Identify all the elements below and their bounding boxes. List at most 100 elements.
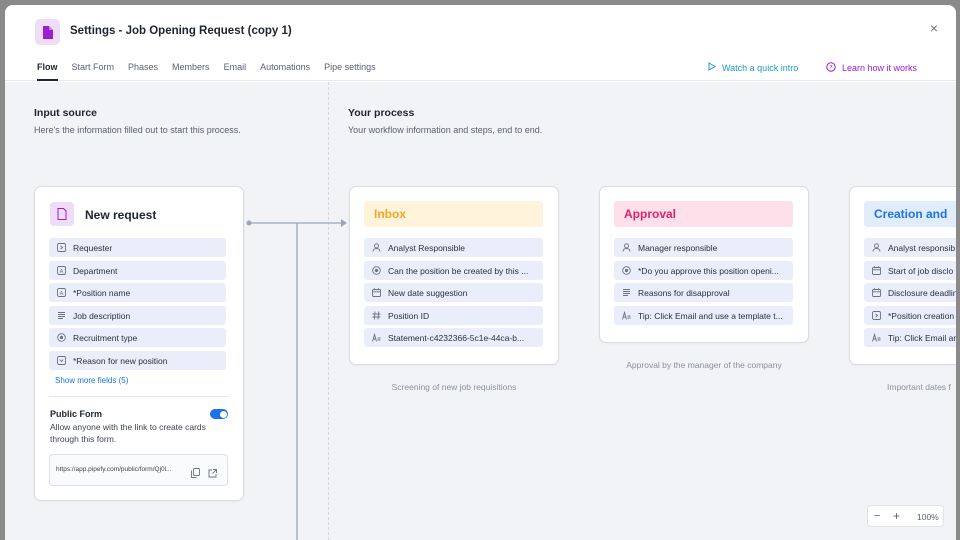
- statement-icon: [872, 333, 881, 342]
- start-form-card[interactable]: New request Requester A Department A *Po…: [34, 186, 244, 501]
- start-form-title: New request: [85, 208, 157, 222]
- close-icon[interactable]: ×: [930, 20, 938, 36]
- svg-text:?: ?: [829, 64, 832, 71]
- phase-field[interactable]: Position ID: [364, 306, 543, 325]
- field-label: Position ID: [388, 310, 430, 321]
- help-icon: ?: [826, 62, 836, 74]
- phase-title: Inbox: [364, 201, 543, 227]
- external-link-icon[interactable]: [208, 465, 217, 483]
- paragraph-icon: [622, 288, 631, 297]
- tab-bar: Flow Start Form Phases Members Email Aut…: [37, 62, 390, 81]
- field-label: Disclosure deadlin: [888, 287, 956, 298]
- select-icon: [57, 243, 66, 252]
- tab-start-form[interactable]: Start Form: [72, 62, 115, 78]
- statement-icon: [372, 333, 381, 342]
- field-label: Tip: Click Email an: [888, 332, 956, 343]
- radio-icon: [372, 266, 381, 275]
- text-box-icon: A: [57, 288, 66, 297]
- phase-caption-inbox: Screening of new job requisitions: [391, 382, 517, 392]
- phase-card-creation[interactable]: Creation and Analyst responsib Start of …: [849, 186, 956, 365]
- phase-field[interactable]: Start of job disclo: [864, 261, 956, 280]
- public-form-toggle[interactable]: [210, 409, 228, 419]
- zoom-level: 100%: [917, 512, 939, 522]
- field-label: Reasons for disapproval: [638, 287, 730, 298]
- svg-text:A: A: [60, 269, 64, 275]
- phase-card-inbox[interactable]: Inbox Analyst Responsible Can the positi…: [349, 186, 559, 365]
- statement-icon: [622, 311, 631, 320]
- phase-card-approval[interactable]: Approval Manager responsible *Do you app…: [599, 186, 809, 343]
- hash-icon: [372, 311, 381, 320]
- field-label: *Position creation: [888, 310, 955, 321]
- field-label: Start of job disclo: [888, 265, 954, 276]
- tab-flow[interactable]: Flow: [37, 62, 58, 81]
- tab-automations[interactable]: Automations: [260, 62, 310, 78]
- phase-field[interactable]: *Do you approve this position openi...: [614, 261, 793, 280]
- window-title: Settings - Job Opening Request (copy 1): [70, 25, 292, 37]
- field-label: Tip: Click Email and use a template t...: [638, 310, 783, 321]
- radio-icon: [622, 266, 631, 275]
- phase-field[interactable]: *Position creation: [864, 306, 956, 325]
- zoom-out-button[interactable]: −: [874, 510, 880, 522]
- start-field-reason[interactable]: *Reason for new position: [49, 351, 226, 370]
- phase-field[interactable]: Tip: Click Email and use a template t...: [614, 306, 793, 325]
- paragraph-icon: [57, 311, 66, 320]
- show-more-fields-link[interactable]: Show more fields (5): [55, 376, 128, 385]
- person-icon: [622, 243, 631, 252]
- field-label: Can the position be created by this ...: [388, 265, 529, 276]
- field-label: *Position name: [73, 287, 131, 298]
- public-form-url-box: https://app.pipefy.com/public/form/Qj0l.…: [49, 454, 228, 486]
- field-label: Manager responsible: [638, 242, 718, 253]
- start-field-recruitment-type[interactable]: Recruitment type: [49, 328, 226, 347]
- field-label: Department: [73, 265, 118, 276]
- watch-intro-link[interactable]: Watch a quick intro: [708, 62, 798, 73]
- tab-phases[interactable]: Phases: [128, 62, 158, 78]
- field-label: New date suggestion: [388, 287, 468, 298]
- connector-arrow-icon: [341, 219, 347, 227]
- start-field-requester[interactable]: Requester: [49, 238, 226, 257]
- phase-title: Creation and: [864, 201, 956, 227]
- connector-start-dot: [246, 220, 252, 226]
- phase-field[interactable]: Disclosure deadlin: [864, 283, 956, 302]
- field-label: Analyst responsib: [888, 242, 956, 253]
- field-label: Analyst Responsible: [388, 242, 466, 253]
- select-icon: [872, 311, 881, 320]
- field-label: *Do you approve this position openi...: [638, 265, 779, 276]
- zoom-controls: − + 100%: [867, 505, 944, 527]
- field-label: Statement-c4232366-5c1e-44ca-b...: [388, 332, 525, 343]
- card-divider: [49, 396, 228, 397]
- field-label: *Reason for new position: [73, 355, 168, 366]
- start-field-department[interactable]: A Department: [49, 261, 226, 280]
- phase-field[interactable]: Analyst responsib: [864, 238, 956, 257]
- text-box-icon: A: [57, 266, 66, 275]
- phase-title: Approval: [614, 201, 793, 227]
- tab-email[interactable]: Email: [224, 62, 247, 78]
- copy-icon[interactable]: [191, 465, 200, 483]
- calendar-icon: [872, 288, 881, 297]
- flow-canvas[interactable]: Input source Here's the information fill…: [5, 82, 956, 540]
- field-label: Job description: [73, 310, 131, 321]
- settings-window: Settings - Job Opening Request (copy 1) …: [5, 5, 956, 540]
- tab-pipe-settings[interactable]: Pipe settings: [324, 62, 376, 78]
- phase-field[interactable]: Manager responsible: [614, 238, 793, 257]
- public-form-title: Public Form: [50, 409, 103, 419]
- form-icon: [50, 202, 74, 226]
- phase-field[interactable]: Analyst Responsible: [364, 238, 543, 257]
- zoom-in-button[interactable]: +: [893, 509, 900, 523]
- person-icon: [372, 243, 381, 252]
- phase-field[interactable]: Can the position be created by this ...: [364, 261, 543, 280]
- start-field-position-name[interactable]: A *Position name: [49, 283, 226, 302]
- phase-field[interactable]: Reasons for disapproval: [614, 283, 793, 302]
- calendar-icon: [372, 288, 381, 297]
- field-label: Recruitment type: [73, 332, 138, 343]
- phase-field[interactable]: Statement-c4232366-5c1e-44ca-b...: [364, 328, 543, 347]
- learn-how-link[interactable]: ? Learn how it works: [826, 62, 917, 74]
- start-field-job-description[interactable]: Job description: [49, 306, 226, 325]
- phase-field[interactable]: New date suggestion: [364, 283, 543, 302]
- dropdown-icon: [57, 356, 66, 365]
- radio-icon: [57, 333, 66, 342]
- play-icon: [708, 62, 716, 73]
- header: Settings - Job Opening Request (copy 1) …: [5, 5, 956, 81]
- tab-members[interactable]: Members: [172, 62, 210, 78]
- learn-how-label: Learn how it works: [842, 63, 918, 73]
- phase-field[interactable]: Tip: Click Email an: [864, 328, 956, 347]
